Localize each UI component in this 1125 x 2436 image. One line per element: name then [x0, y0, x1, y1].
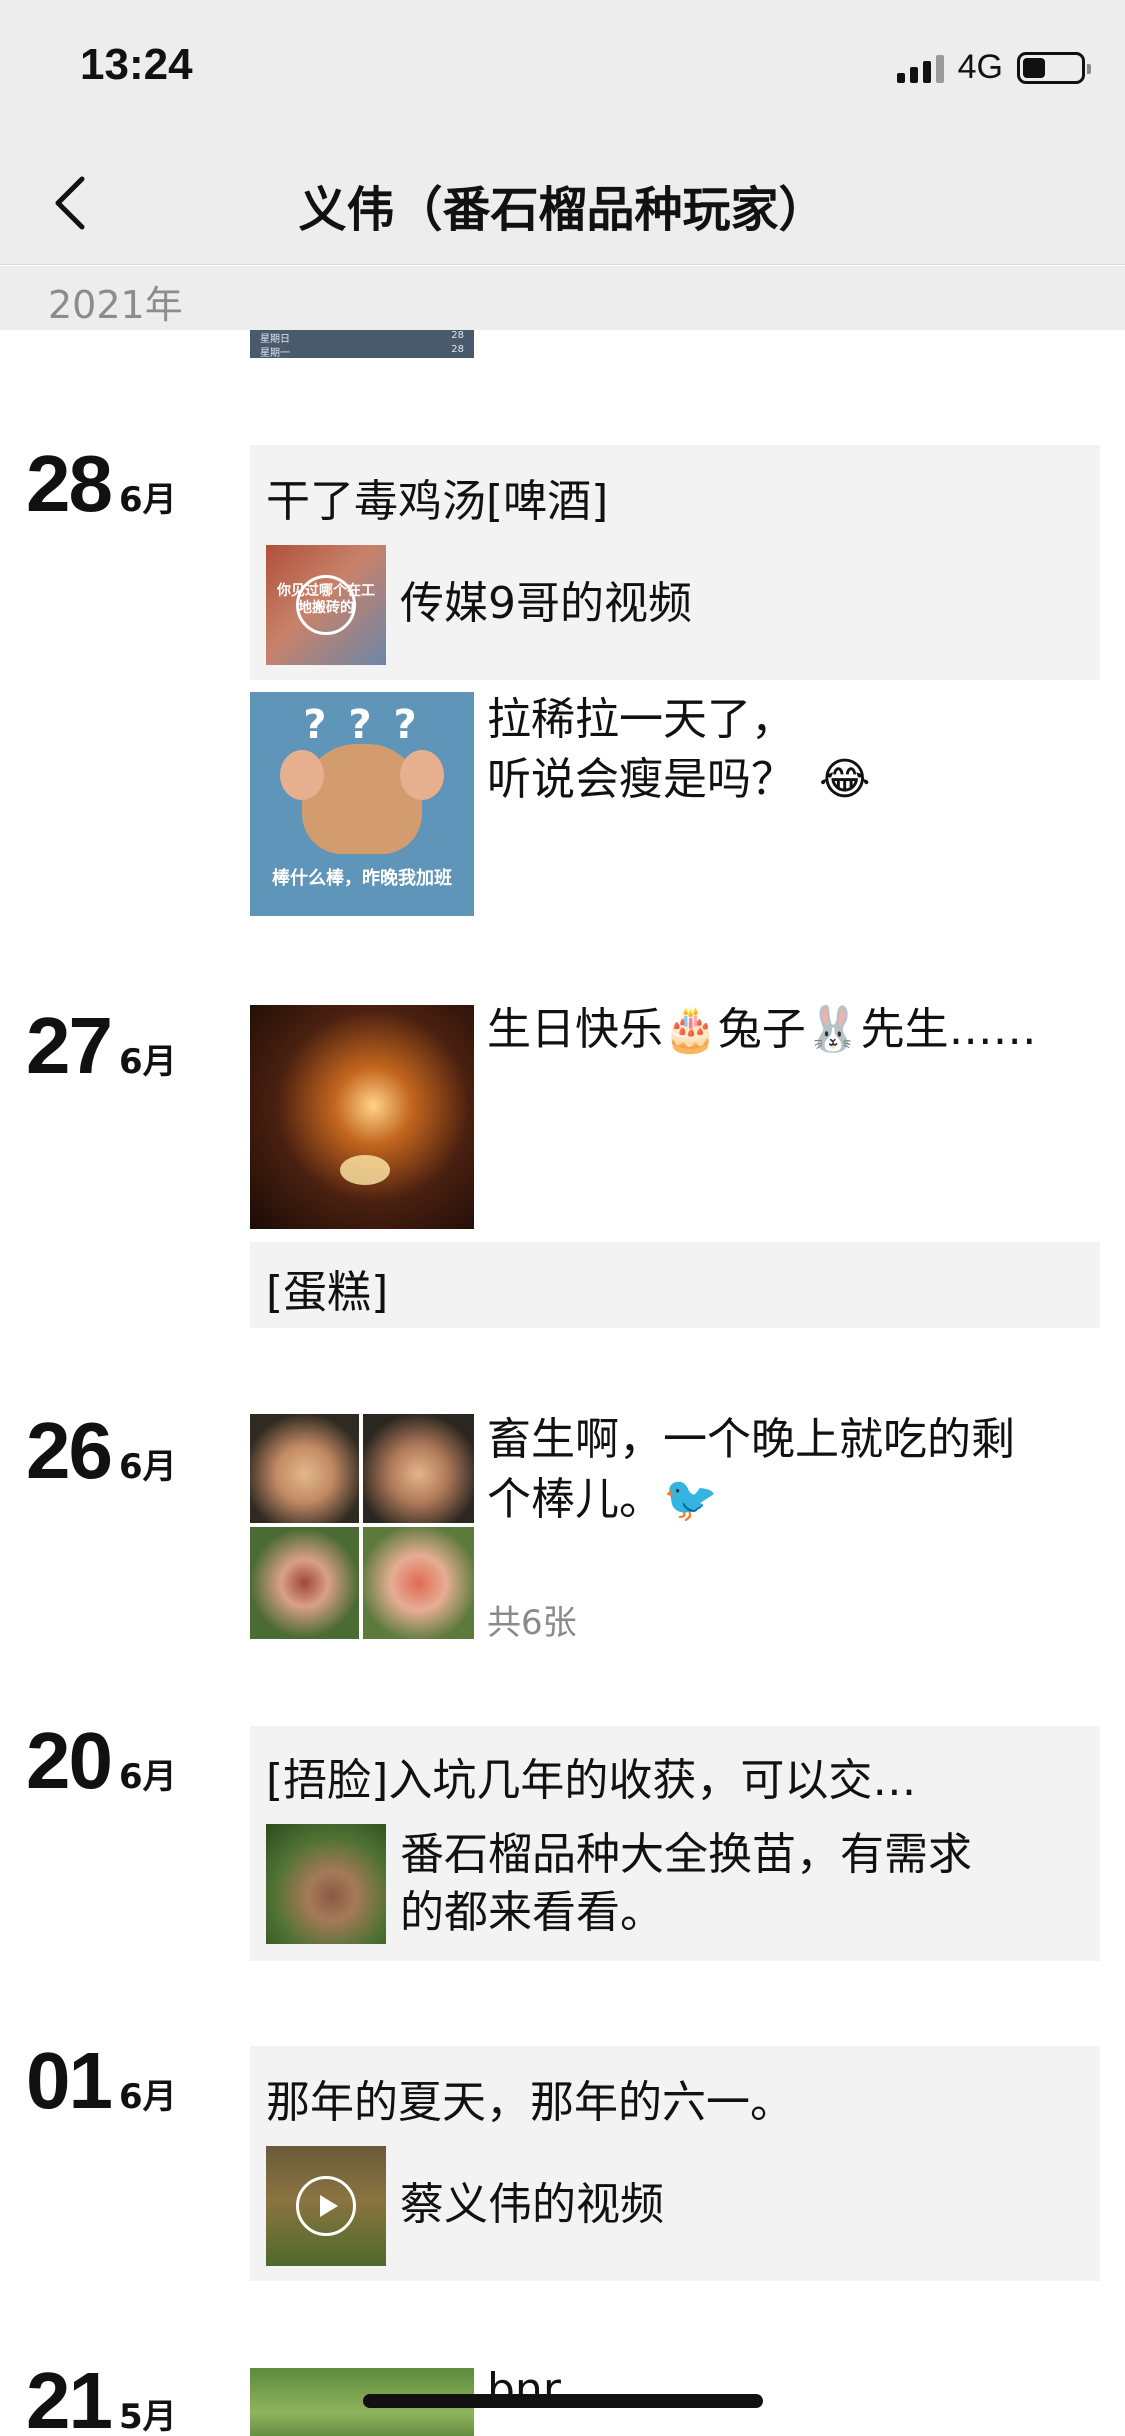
weather-row: 星期一 28	[250, 344, 474, 358]
date-month: 6月	[118, 1447, 177, 1487]
shared-video-thumbnail: 你见过哪个在工地搬砖的	[266, 545, 386, 665]
post-date: 21 5月	[26, 2355, 177, 2436]
candle-glow-icon	[340, 1155, 390, 1185]
play-icon	[296, 2176, 356, 2236]
signal-icon	[896, 53, 944, 83]
post-text: 生日快乐🎂兔子🐰先生……	[487, 1004, 1037, 1055]
post-date: 26 6月	[26, 1405, 177, 1497]
date-day: 28	[26, 439, 113, 528]
thumbnail-question-marks: ? ? ?	[303, 702, 421, 748]
post-date: 20 6月	[26, 1715, 177, 1807]
shared-link-title: 番石榴品种大全换苗，有需求 的都来看看。	[400, 1826, 972, 1942]
mouse-ear-icon	[280, 750, 324, 800]
post-text: 畜生啊，一个晚上就吃的剩 个棒儿。🐦	[487, 1410, 1015, 1530]
play-icon	[296, 575, 356, 635]
shared-video-title: 传媒9哥的视频	[400, 578, 692, 629]
moments-timeline[interactable]: 星期日 28 星期一 28 28 6月 干了毒鸡汤[啤酒] 你见过哪个在工地搬砖的 …	[0, 330, 1125, 2436]
grid-photo[interactable]	[363, 1527, 474, 1639]
date-day: 20	[26, 1716, 113, 1805]
date-day: 01	[26, 2036, 113, 2125]
grid-photo[interactable]	[363, 1414, 474, 1523]
year-label: 2021年	[48, 283, 183, 327]
shared-video-thumbnail	[266, 2146, 386, 2266]
post-text-line: 拉稀拉一天了，	[487, 694, 795, 745]
date-month: 6月	[118, 2077, 177, 2117]
post-text-line-content: 听说会瘦是吗？	[487, 754, 795, 805]
grid-photo[interactable]	[250, 1527, 359, 1639]
post-date: 28 6月	[26, 438, 177, 530]
post-text: 那年的夏天，那年的六一。	[266, 2077, 794, 2128]
post-text-line: 畜生啊，一个晚上就吃的剩	[487, 1414, 1015, 1465]
grid-photo[interactable]	[250, 1414, 359, 1523]
date-day: 21	[26, 2356, 113, 2436]
weather-day: 星期一	[260, 348, 290, 358]
mouse-ear-icon	[400, 750, 444, 800]
status-bar: 13:24 4G	[0, 0, 1125, 140]
shared-video-post[interactable]: 干了毒鸡汤[啤酒] 你见过哪个在工地搬砖的 传媒9哥的视频	[250, 445, 1100, 680]
shared-link-thumbnail	[266, 1824, 386, 1944]
photo-count: 共6张	[487, 1603, 577, 1643]
post-text: 干了毒鸡汤[啤酒]	[266, 476, 609, 527]
post-photo[interactable]	[250, 1005, 474, 1229]
shared-link-post[interactable]: [捂脸]入坑几年的收获，可以交… 番石榴品种大全换苗，有需求 的都来看看。	[250, 1726, 1100, 1961]
scrolled-post-thumbnail[interactable]: 星期日 28 星期一 28	[250, 330, 474, 358]
status-time: 13:24	[80, 40, 193, 89]
date-day: 27	[26, 1001, 113, 1090]
shared-video-title: 蔡义伟的视频	[400, 2179, 664, 2230]
nav-bar: 义伟（番石榴品种玩家）	[0, 140, 1125, 265]
laughing-crying-emoji-icon: 😂	[819, 754, 871, 805]
shared-link-title-line: 的都来看看。	[400, 1887, 664, 1938]
thumbnail-caption: 棒什么棒，昨晚我加班	[272, 868, 452, 889]
post-text: [捂脸]入坑几年的收获，可以交…	[266, 1755, 917, 1806]
shared-video-post[interactable]: 那年的夏天，那年的六一。 蔡义伟的视频	[250, 2046, 1100, 2281]
year-header: 2021年	[0, 266, 1125, 330]
weather-temp: 28	[451, 344, 464, 355]
post-text-line: 听说会瘦是吗？ 😂	[487, 750, 870, 810]
post-text: 拉稀拉一天了， 听说会瘦是吗？ 😂	[487, 690, 870, 810]
page-title: 义伟（番石榴品种玩家）	[298, 182, 827, 238]
post-text: [蛋糕]	[266, 1267, 389, 1318]
network-type: 4G	[957, 48, 1003, 86]
date-month: 6月	[118, 1042, 177, 1082]
shared-link-title-line: 番石榴品种大全换苗，有需求	[400, 1829, 972, 1880]
post-text-line: 个棒儿。🐦	[487, 1474, 718, 1525]
date-month: 6月	[118, 480, 177, 520]
date-month: 5月	[118, 2397, 177, 2436]
post-date: 01 6月	[26, 2035, 177, 2127]
post-date: 27 6月	[26, 1000, 177, 1092]
home-indicator[interactable]	[363, 2394, 763, 2408]
status-indicators: 4G	[896, 48, 1091, 87]
post-text: bnr	[487, 2364, 561, 2415]
post-photo[interactable]: ? ? ? 棒什么棒，昨晚我加班	[250, 692, 474, 916]
battery-icon	[1017, 51, 1091, 84]
text-post[interactable]: [蛋糕]	[250, 1242, 1100, 1328]
weather-day: 星期日	[260, 334, 290, 345]
weather-temp: 28	[451, 330, 464, 341]
date-day: 26	[26, 1406, 113, 1495]
weather-row: 星期日 28	[250, 330, 474, 345]
date-month: 6月	[118, 1757, 177, 1797]
